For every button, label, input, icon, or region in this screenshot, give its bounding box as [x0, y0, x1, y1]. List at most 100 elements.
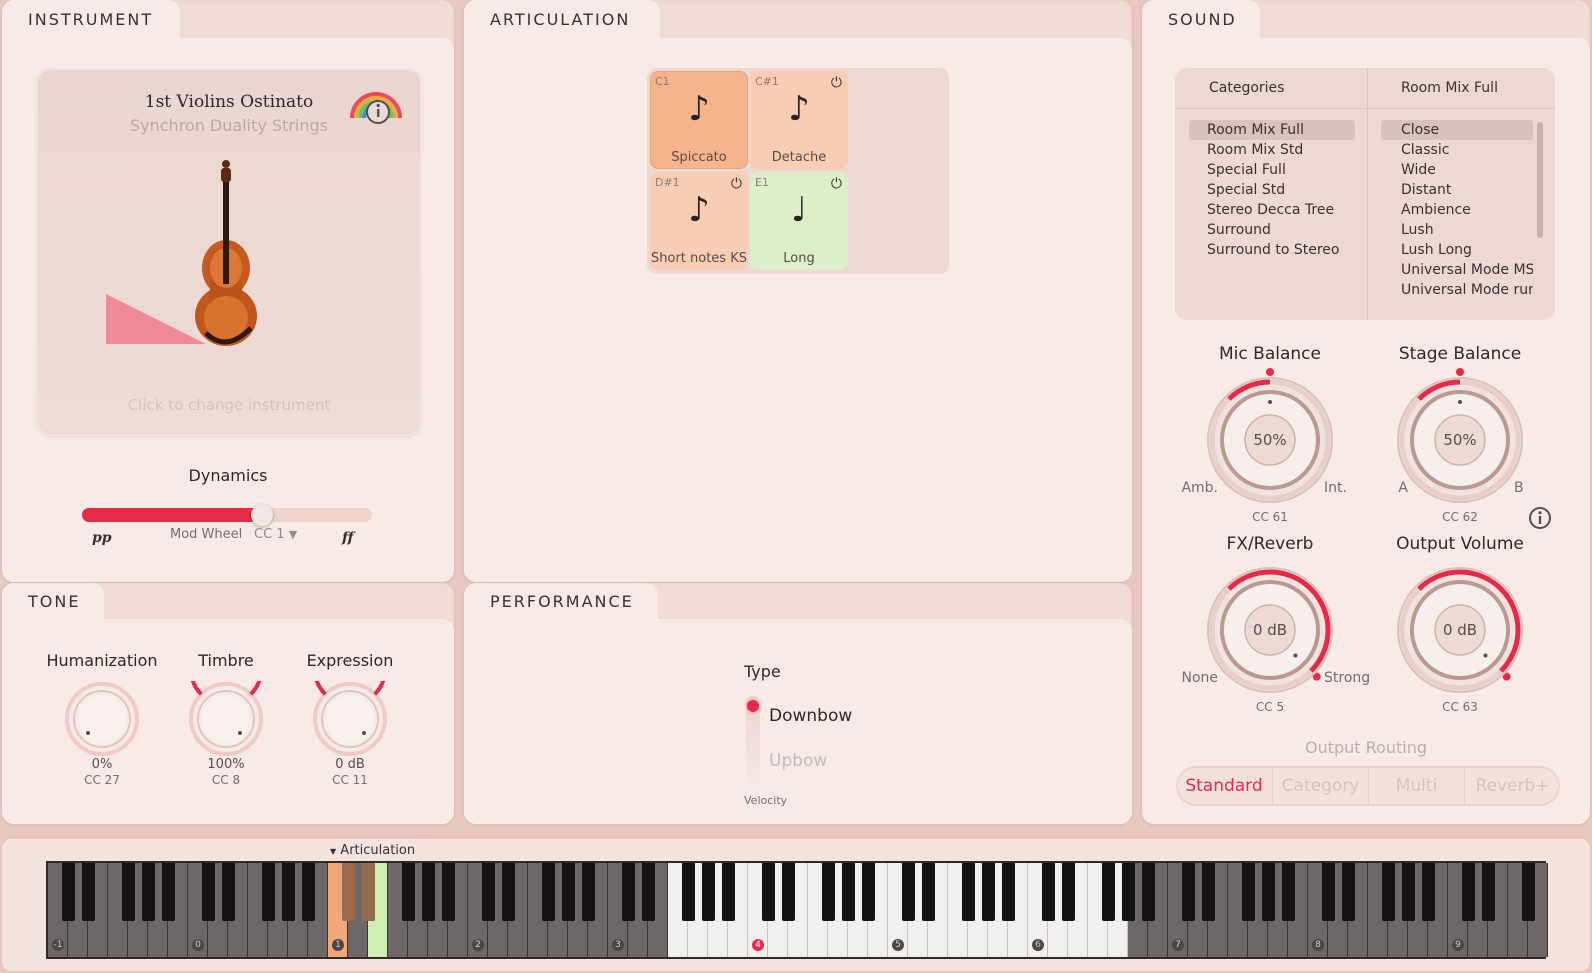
performance-tab[interactable]: PERFORMANCE	[464, 583, 658, 619]
preset-item[interactable]: Classic	[1381, 140, 1533, 160]
black-key[interactable]	[1381, 863, 1395, 921]
black-key[interactable]	[1521, 863, 1535, 921]
keyswitch-articulation-label[interactable]: ▼ Articulation	[330, 843, 415, 858]
black-key[interactable]	[201, 863, 215, 921]
black-key[interactable]	[961, 863, 975, 921]
black-key[interactable]	[701, 863, 715, 921]
black-key[interactable]	[1281, 863, 1295, 921]
articulation-cell[interactable]: E1 ♩ Long ⏻	[750, 172, 848, 270]
category-item[interactable]: Room Mix Full	[1189, 120, 1355, 140]
black-key[interactable]	[1181, 863, 1195, 921]
black-key[interactable]	[481, 863, 495, 921]
black-key[interactable]	[1341, 863, 1355, 921]
instrument-card[interactable]: 1st Violins Ostinato Synchron Duality St…	[36, 68, 422, 436]
power-icon[interactable]: ⏻	[831, 176, 842, 192]
tone-knob[interactable]	[64, 681, 140, 757]
preset-item[interactable]: Wide	[1381, 160, 1533, 180]
black-key[interactable]	[841, 863, 855, 921]
articulation-cell[interactable]: D#1 ♪ Short notes KS ⏻	[650, 172, 748, 270]
black-key[interactable]	[761, 863, 775, 921]
routing-reverb[interactable]: Reverb+	[1464, 766, 1560, 804]
tone-tab[interactable]: TONE	[2, 583, 104, 619]
type-selector-track[interactable]	[746, 696, 760, 786]
black-key[interactable]	[901, 863, 915, 921]
black-key[interactable]	[621, 863, 635, 921]
black-key[interactable]	[301, 863, 315, 921]
black-key[interactable]	[341, 863, 355, 921]
black-key[interactable]	[1041, 863, 1055, 921]
dynamics-slider[interactable]	[82, 504, 372, 526]
type-selector-thumb[interactable]	[747, 700, 759, 712]
black-key[interactable]	[1101, 863, 1115, 921]
black-key[interactable]	[561, 863, 575, 921]
black-key[interactable]	[581, 863, 595, 921]
black-key[interactable]	[281, 863, 295, 921]
category-item[interactable]: Stereo Decca Tree	[1189, 200, 1355, 220]
black-key[interactable]	[1121, 863, 1135, 921]
articulation-tab[interactable]: ARTICULATION	[464, 0, 660, 38]
black-key[interactable]	[421, 863, 435, 921]
black-key[interactable]	[121, 863, 135, 921]
routing-multi[interactable]: Multi	[1368, 766, 1464, 804]
option-downbow[interactable]: Downbow	[769, 706, 852, 726]
cc-dropdown[interactable]: CC 1 ▼	[254, 527, 297, 542]
black-key[interactable]	[781, 863, 795, 921]
instrument-tab[interactable]: INSTRUMENT	[2, 0, 180, 38]
black-key[interactable]	[261, 863, 275, 921]
category-item[interactable]: Surround	[1189, 220, 1355, 240]
black-key[interactable]	[981, 863, 995, 921]
black-key[interactable]	[501, 863, 515, 921]
preset-item[interactable]: Ambience	[1381, 200, 1533, 220]
preset-item[interactable]: Close	[1381, 120, 1533, 140]
black-key[interactable]	[1461, 863, 1475, 921]
piano-keyboard[interactable]: -1 0 1 2 3 4 5 6 7 8 9	[46, 861, 1548, 959]
black-key[interactable]	[1001, 863, 1015, 921]
option-upbow[interactable]: Upbow	[769, 751, 827, 771]
black-key[interactable]	[361, 863, 375, 921]
black-key[interactable]	[1061, 863, 1075, 921]
black-key[interactable]	[1141, 863, 1155, 921]
category-item[interactable]: Surround to Stereo	[1189, 240, 1355, 260]
power-icon[interactable]: ⏻	[831, 75, 842, 91]
black-key[interactable]	[81, 863, 95, 921]
black-key[interactable]	[541, 863, 555, 921]
tone-knob[interactable]	[188, 681, 264, 757]
tone-knob[interactable]	[312, 681, 388, 757]
category-item[interactable]: Special Std	[1189, 180, 1355, 200]
black-key[interactable]	[1481, 863, 1495, 921]
dynamics-thumb[interactable]	[250, 504, 273, 526]
black-key[interactable]	[161, 863, 175, 921]
black-key[interactable]	[141, 863, 155, 921]
info-icon[interactable]	[1528, 506, 1552, 530]
routing-standard[interactable]: Standard	[1176, 766, 1272, 804]
black-key[interactable]	[921, 863, 935, 921]
black-key[interactable]	[1321, 863, 1335, 921]
preset-item[interactable]: Lush	[1381, 220, 1533, 240]
routing-category[interactable]: Category	[1272, 766, 1368, 804]
articulation-cell[interactable]: C#1 ♪ Detache ⏻	[750, 71, 848, 169]
black-key[interactable]	[221, 863, 235, 921]
black-key[interactable]	[1421, 863, 1435, 921]
power-icon[interactable]: ⏻	[731, 176, 742, 192]
black-key[interactable]	[401, 863, 415, 921]
black-key[interactable]	[821, 863, 835, 921]
black-key[interactable]	[1241, 863, 1255, 921]
change-instrument-hint[interactable]: Click to change instrument	[36, 396, 422, 414]
category-item[interactable]: Room Mix Std	[1189, 140, 1355, 160]
black-key[interactable]	[1201, 863, 1215, 921]
preset-item[interactable]: Lush Long	[1381, 240, 1533, 260]
black-key[interactable]	[61, 863, 75, 921]
presets-scrollbar[interactable]	[1537, 122, 1543, 238]
black-key[interactable]	[681, 863, 695, 921]
sound-tab[interactable]: SOUND	[1142, 0, 1260, 38]
preset-item[interactable]: Universal Mode MST	[1381, 260, 1533, 280]
black-key[interactable]	[641, 863, 655, 921]
black-key[interactable]	[1261, 863, 1275, 921]
black-key[interactable]	[1401, 863, 1415, 921]
category-item[interactable]: Special Full	[1189, 160, 1355, 180]
articulation-cell[interactable]: C1 ♪ Spiccato	[650, 71, 748, 169]
preset-item[interactable]: Universal Mode runt	[1381, 280, 1533, 300]
black-key[interactable]	[861, 863, 875, 921]
black-key[interactable]	[441, 863, 455, 921]
preset-item[interactable]: Distant	[1381, 180, 1533, 200]
